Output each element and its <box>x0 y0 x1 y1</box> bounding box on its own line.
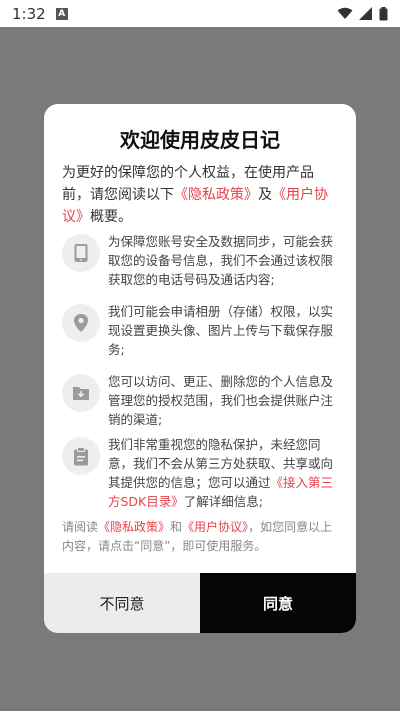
a-box-icon: A <box>55 7 68 20</box>
list-item-device: 为保障您账号安全及数据同步，可能会获取您的设备号信息，我们不会通过该权限获取您的… <box>62 232 344 289</box>
button-row: 不同意 同意 <box>44 573 356 633</box>
clipboard-icon <box>62 437 100 475</box>
list-item-account: 您可以访问、更正、删除您的个人信息及管理您的授权范围，我们也会提供账户注销的渠道… <box>62 372 344 429</box>
privacy-dialog: 欢迎使用皮皮日记 为更好的保障您的个人权益，在使用产品前，请您阅读以下《隐私政策… <box>44 104 356 633</box>
list-item-text: 我们可能会申请相册（存储）权限，以实现设置更换头像、图片上传与下载保存服务; <box>108 304 334 357</box>
list-item-text: 我们非常重视您的隐私保护，未经您同意，我们不会从第三方处获取、共享或向其提供您的… <box>108 435 340 511</box>
intro-text: 为更好的保障您的个人权益，在使用产品前，请您阅读以下《隐私政策》及《用户协议》概… <box>62 162 338 228</box>
intro-part3: 概要。 <box>90 209 132 225</box>
list-item-text: 为保障您账号安全及数据同步，可能会获取您的设备号信息，我们不会通过该权限获取您的… <box>108 234 334 287</box>
dialog-title: 欢迎使用皮皮日记 <box>120 128 280 152</box>
phone-icon <box>62 234 100 272</box>
footer-privacy-policy-link[interactable]: 《隐私政策》 <box>98 520 170 534</box>
wifi-icon <box>337 7 353 19</box>
status-time: 1:32 <box>12 4 46 23</box>
location-icon <box>62 304 100 342</box>
status-icons <box>337 6 388 21</box>
list-item-text: 您可以访问、更正、删除您的个人信息及管理您的授权范围，我们也会提供账户注销的渠道… <box>108 374 334 427</box>
footer-note: 请阅读《隐私政策》和《用户协议》，如您同意以上内容，请点击“同意”，即可使用服务… <box>62 518 342 556</box>
intro-part2: 及 <box>258 187 272 203</box>
list-item-storage: 我们可能会申请相册（存储）权限，以实现设置更换头像、图片上传与下载保存服务; <box>62 302 344 359</box>
list-item-third-party: 我们非常重视您的隐私保护，未经您同意，我们不会从第三方处获取、共享或向其提供您的… <box>62 435 344 511</box>
download-folder-icon <box>62 374 100 412</box>
privacy-policy-link[interactable]: 《隐私政策》 <box>174 187 258 203</box>
footer-part2: 和 <box>170 520 183 534</box>
footer-part1: 请阅读 <box>62 520 99 534</box>
third-party-text-part2: 了解详细信息; <box>183 494 263 509</box>
battery-icon <box>379 6 388 20</box>
signal-icon <box>359 7 372 20</box>
disagree-button[interactable]: 不同意 <box>44 573 200 633</box>
footer-user-agreement-link[interactable]: 《用户协议》 <box>182 520 248 534</box>
agree-button[interactable]: 同意 <box>200 573 356 633</box>
status-bar: 1:32 A <box>0 0 400 27</box>
